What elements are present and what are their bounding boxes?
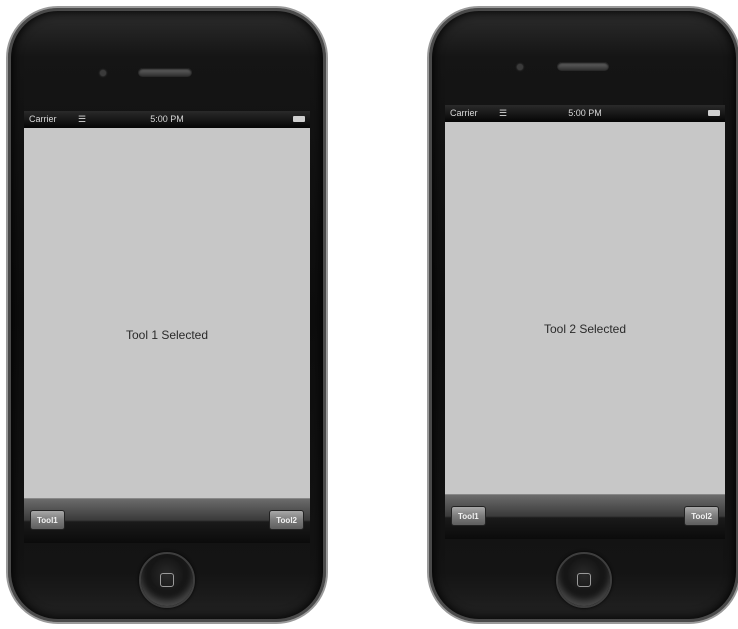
tool2-button[interactable]: Tool2 [269,510,304,530]
status-time: 5:00 PM [568,108,602,118]
camera-icon [517,64,523,70]
home-square-icon [577,573,591,587]
tool2-button[interactable]: Tool2 [684,506,719,526]
iphone-simulator-left: Carrier ☰ 5:00 PM Tool 1 Selected Tool1 … [6,6,328,624]
speaker-grille [138,68,192,77]
content-view: Tool 1 Selected [24,128,310,498]
battery-icon [708,110,720,116]
tool1-button[interactable]: Tool1 [30,510,65,530]
status-bar: Carrier ☰ 5:00 PM [445,105,725,122]
selection-message: Tool 1 Selected [125,328,209,342]
toolbar: Tool1 Tool2 [24,498,310,543]
home-button[interactable] [556,552,612,608]
home-square-icon [160,573,174,587]
camera-icon [100,70,106,76]
speaker-grille [557,62,609,71]
simulator-stage: Carrier ☰ 5:00 PM Tool 1 Selected Tool1 … [0,0,738,629]
selection-message: Tool 2 Selected [543,322,627,336]
status-time: 5:00 PM [150,114,184,124]
status-bar: Carrier ☰ 5:00 PM [24,111,310,128]
battery-icon [293,116,305,122]
home-button[interactable] [139,552,195,608]
tool1-button[interactable]: Tool1 [451,506,486,526]
toolbar: Tool1 Tool2 [445,494,725,539]
content-view: Tool 2 Selected [445,122,725,494]
iphone-simulator-right: Carrier ☰ 5:00 PM Tool 2 Selected Tool1 … [427,6,738,624]
